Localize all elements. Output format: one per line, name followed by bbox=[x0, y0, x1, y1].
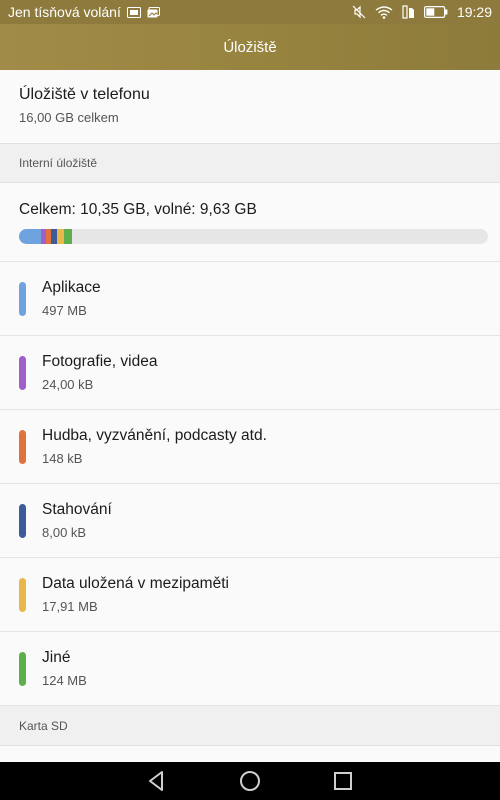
phone-storage-summary[interactable]: Úložiště v telefonu 16,00 GB celkem bbox=[0, 70, 500, 143]
storage-item-photos[interactable]: Fotografie, videa 24,00 kB bbox=[0, 336, 500, 410]
item-label: Aplikace bbox=[42, 279, 101, 296]
item-value: 497 MB bbox=[42, 303, 87, 318]
app-bar: Úložiště bbox=[0, 24, 500, 70]
mute-icon bbox=[352, 5, 366, 19]
battery-icon bbox=[423, 6, 448, 18]
recents-icon bbox=[334, 772, 353, 790]
color-swatch bbox=[19, 503, 26, 538]
item-label: Data uložená v mezipaměti bbox=[42, 575, 229, 592]
clock: 19:29 bbox=[456, 4, 492, 20]
item-value: 24,00 kB bbox=[42, 377, 94, 392]
item-label: Jiné bbox=[42, 649, 71, 666]
internal-total-text: Celkem: 10,35 GB, volné: 9,63 GB bbox=[19, 201, 257, 218]
home-button[interactable] bbox=[232, 763, 268, 799]
carrier-text: Jen tísňová volání bbox=[8, 4, 121, 20]
color-swatch bbox=[19, 429, 26, 464]
storage-content: Úložiště v telefonu 16,00 GB celkem Inte… bbox=[0, 70, 500, 762]
sd-card-header: Karta SD bbox=[0, 706, 500, 746]
item-value: 124 MB bbox=[42, 673, 87, 688]
wifi-icon bbox=[375, 5, 393, 19]
internal-storage-header: Interní úložiště bbox=[0, 143, 500, 183]
phone-storage-title: Úložiště v telefonu bbox=[19, 86, 150, 103]
item-label: Hudba, vyzvánění, podcasty atd. bbox=[42, 427, 267, 444]
storage-item-apps[interactable]: Aplikace 497 MB bbox=[0, 262, 500, 336]
storage-item-other[interactable]: Jiné 124 MB bbox=[0, 632, 500, 706]
item-value: 8,00 kB bbox=[42, 525, 87, 540]
status-bar: Jen tísňová volání 19:29 bbox=[0, 0, 500, 24]
usage-segment-cache bbox=[57, 229, 64, 244]
home-icon bbox=[239, 771, 260, 791]
phone-storage-subtitle: 16,00 GB celkem bbox=[19, 110, 119, 125]
item-label: Fotografie, videa bbox=[42, 353, 158, 370]
sim-icon bbox=[126, 6, 141, 18]
usage-segment-apps bbox=[19, 229, 41, 244]
sd-card-icon bbox=[402, 5, 415, 19]
usage-segment-other bbox=[64, 229, 72, 244]
internal-total: Celkem: 10,35 GB, volné: 9,63 GB bbox=[0, 183, 500, 262]
color-swatch bbox=[19, 651, 26, 686]
color-swatch bbox=[19, 577, 26, 612]
page-title: Úložiště bbox=[223, 38, 277, 56]
recents-button[interactable] bbox=[325, 763, 361, 799]
navigation-bar bbox=[0, 762, 500, 800]
item-value: 148 kB bbox=[42, 451, 83, 466]
image-notification-icon bbox=[147, 6, 160, 18]
color-swatch bbox=[19, 281, 26, 316]
back-icon bbox=[148, 771, 163, 791]
usage-bar bbox=[19, 229, 488, 244]
storage-item-music[interactable]: Hudba, vyzvánění, podcasty atd. 148 kB bbox=[0, 410, 500, 484]
back-button[interactable] bbox=[139, 763, 175, 799]
color-swatch bbox=[19, 355, 26, 390]
storage-item-downloads[interactable]: Stahování 8,00 kB bbox=[0, 484, 500, 558]
item-label: Stahování bbox=[42, 501, 112, 518]
storage-item-cache[interactable]: Data uložená v mezipaměti 17,91 MB bbox=[0, 558, 500, 632]
item-value: 17,91 MB bbox=[42, 599, 98, 614]
